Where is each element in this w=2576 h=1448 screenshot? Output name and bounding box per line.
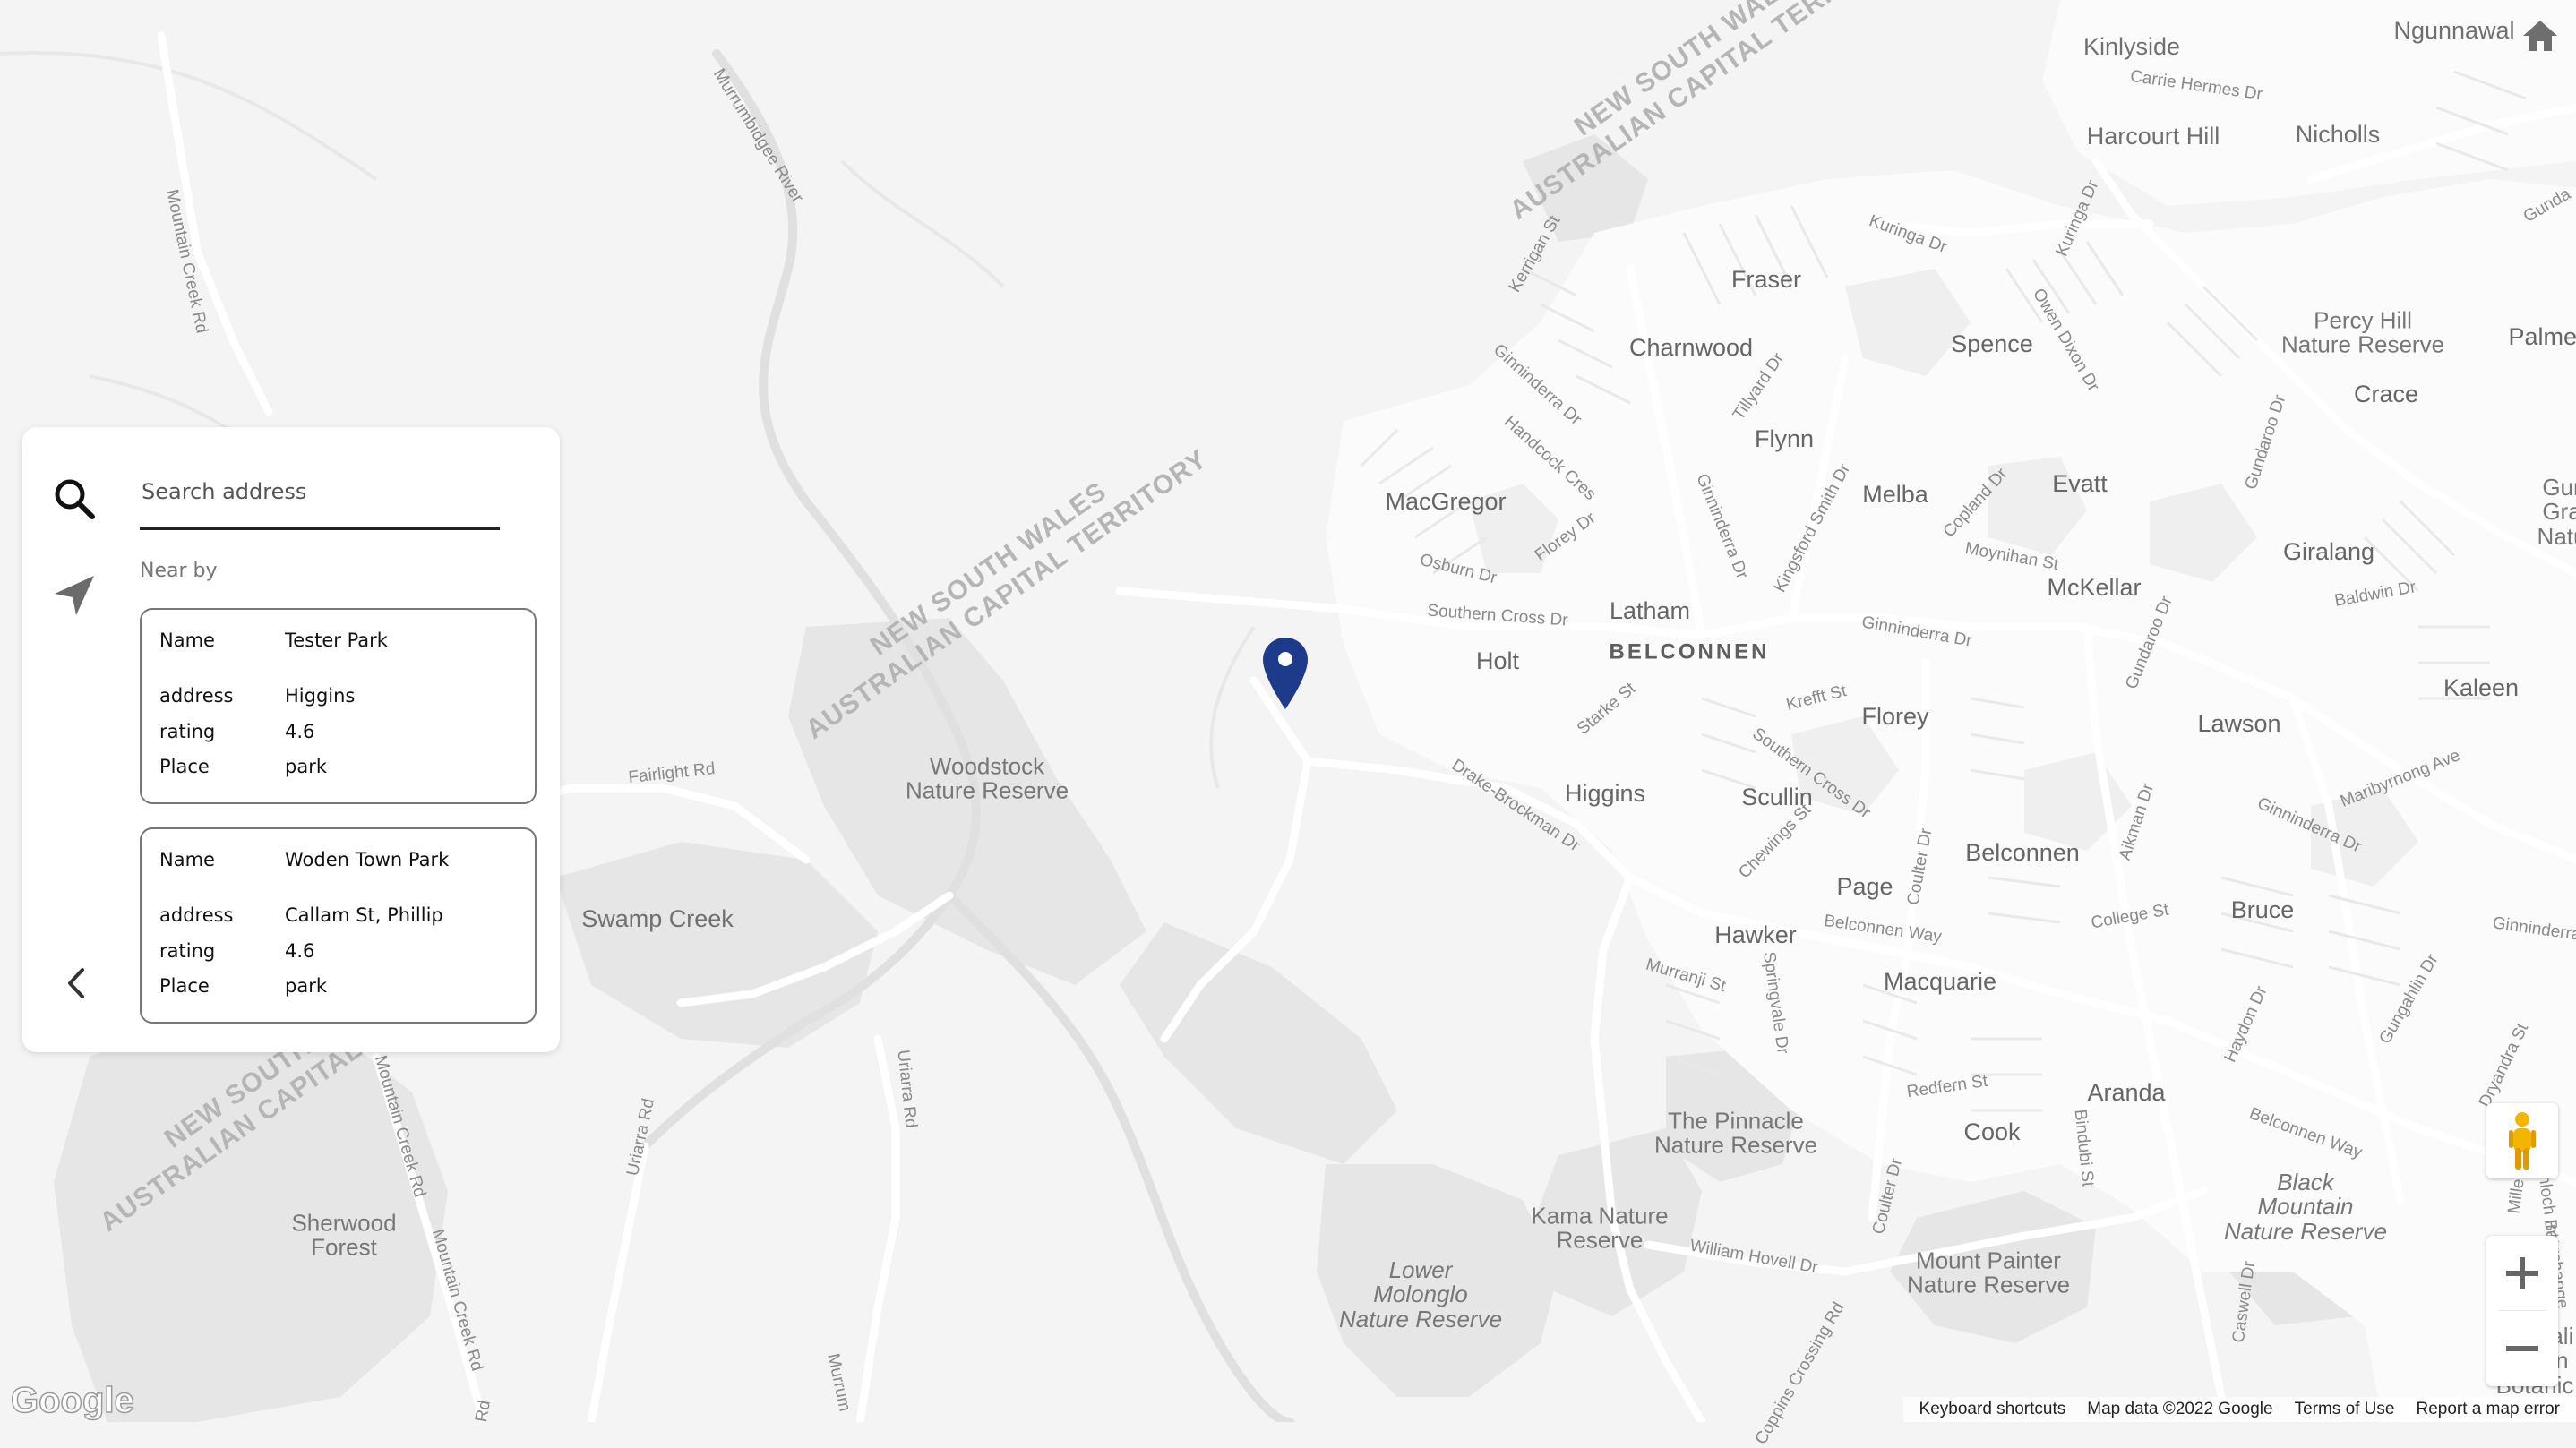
nature-reserve-label: Percy Hill Nature Reserve: [2280, 306, 2445, 358]
district-label: BELCONNEN: [1609, 639, 1770, 664]
suburb-label: Evatt: [2052, 469, 2108, 497]
field-key: address: [159, 904, 234, 926]
minus-icon: [2506, 1346, 2538, 1351]
home-icon[interactable]: [2520, 18, 2560, 54]
nature-reserve-label: Kama Nature Reserve: [1531, 1202, 1669, 1254]
suburb-label: Nicholls: [2295, 120, 2381, 148]
result-rating: 4.6: [285, 940, 315, 962]
suburb-label: Melba: [1862, 480, 1928, 508]
map-data-attribution: Map data ©2022 Google: [2087, 1400, 2273, 1418]
result-place-type: park: [285, 975, 327, 997]
map-footer: Keyboard shortcuts Map data ©2022 Google…: [1902, 1397, 2576, 1422]
keyboard-shortcuts-link[interactable]: Keyboard shortcuts: [1919, 1400, 2066, 1419]
suburb-label: Cook: [1963, 1118, 2021, 1145]
search-icon[interactable]: [49, 474, 99, 524]
suburb-label: Latham: [1609, 596, 1691, 624]
nearby-result-card[interactable]: Name Tester Park address Higgins rating 4.6…: [140, 608, 537, 804]
zoom-in-button[interactable]: [2486, 1236, 2558, 1311]
suburb-label: Aranda: [2087, 1078, 2166, 1106]
nature-reserve-label: GurGraNatu: [2537, 474, 2576, 550]
suburb-label: Macquarie: [1883, 967, 1997, 995]
report-map-error-link[interactable]: Report a map error: [2416, 1400, 2560, 1419]
suburb-label: Holt: [1475, 647, 1520, 674]
nature-reserve-label: Woodstock Nature Reserve: [905, 752, 1069, 804]
result-place-type: park: [285, 756, 327, 777]
field-key: Name: [159, 630, 215, 651]
suburb-label: Florey: [1861, 702, 1929, 730]
result-name: Woden Town Park: [285, 849, 450, 870]
search-input[interactable]: [140, 472, 503, 504]
suburb-label: Charnwood: [1628, 333, 1754, 361]
suburb-label: MacGregor: [1385, 487, 1507, 515]
suburb-label: Lawson: [2197, 709, 2281, 737]
zoom-out-button[interactable]: [2486, 1311, 2558, 1386]
field-key: address: [159, 685, 234, 707]
suburb-label: Ngunnawal: [2393, 16, 2515, 44]
search-panel: Near by Name Tester Park address Higgins r…: [22, 427, 560, 1052]
nearby-result-card[interactable]: Name Woden Town Park address Callam St, Ph…: [140, 827, 537, 1024]
suburb-label: Harcourt Hill: [2086, 122, 2220, 150]
field-key: rating: [159, 721, 216, 742]
search-field: [140, 472, 503, 530]
result-rating: 4.6: [285, 721, 315, 742]
suburb-label: Fraser: [1730, 265, 1802, 293]
field-key: Place: [159, 756, 210, 777]
field-key: Place: [159, 975, 210, 997]
suburb-label: Flynn: [1754, 424, 1815, 452]
suburb-label: Higgins: [1564, 779, 1646, 807]
nearby-label: Near by: [140, 560, 218, 582]
nature-reserve-label: Black Mountain Nature Reserve: [2223, 1169, 2388, 1245]
nature-reserve-label: The Pinnacle Nature Reserve: [1653, 1107, 1818, 1159]
suburb-label: Giralang: [2282, 537, 2375, 565]
terms-of-use-link[interactable]: Terms of Use: [2295, 1400, 2395, 1419]
field-key: rating: [159, 940, 216, 962]
suburb-label: Page: [1836, 872, 1893, 900]
suburb-label: Spence: [1951, 330, 2033, 357]
zoom-controls: [2486, 1236, 2558, 1386]
suburb-label: Crace: [2353, 380, 2419, 407]
field-key: Name: [159, 849, 215, 870]
chevron-left-icon[interactable]: [58, 961, 94, 1006]
navigation-arrow-icon[interactable]: [49, 570, 99, 621]
suburb-label: Kinlyside: [2082, 32, 2181, 60]
pegman-icon: [2509, 1112, 2536, 1170]
result-name: Tester Park: [285, 630, 388, 651]
google-logo: Google: [10, 1380, 134, 1421]
street-view-pegman-button[interactable]: [2486, 1103, 2558, 1178]
result-address: Higgins: [285, 685, 356, 707]
suburb-label: Swamp Creek: [581, 904, 734, 932]
suburb-label: Hawker: [1714, 921, 1797, 948]
plus-icon: [2506, 1257, 2538, 1289]
nature-reserve-label: Sherwood Forest: [291, 1209, 397, 1261]
suburb-label: Belconnen: [1965, 838, 2080, 866]
suburb-label: McKellar: [2047, 573, 2142, 601]
nature-reserve-label: Lower Molonglo Nature Reserve: [1338, 1256, 1503, 1332]
nature-reserve-label: Mount Painter Nature Reserve: [1906, 1247, 2071, 1298]
result-address: Callam St, Phillip: [285, 904, 443, 926]
road-label: Rd: [472, 1399, 494, 1424]
suburb-label: Bruce: [2230, 895, 2295, 923]
suburb-label: Palmers: [2508, 322, 2576, 350]
suburb-label: Kaleen: [2443, 673, 2520, 701]
location-pin-icon[interactable]: [1260, 636, 1310, 711]
